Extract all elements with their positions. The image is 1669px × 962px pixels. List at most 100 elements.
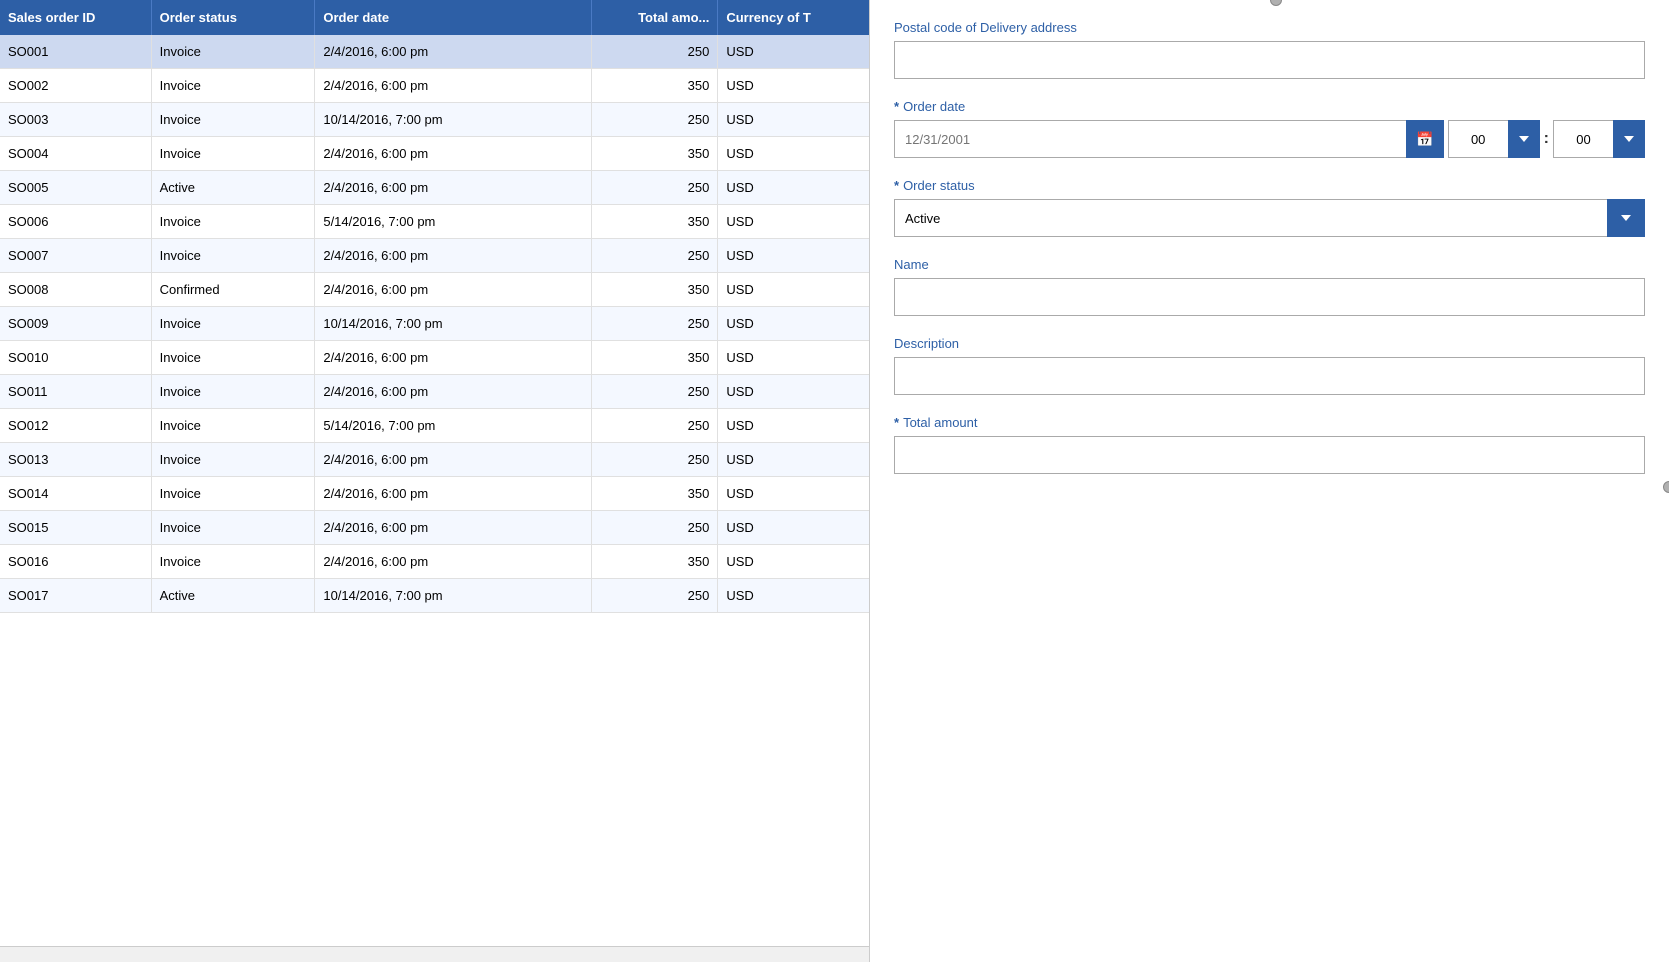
table-row[interactable]: SO016Invoice2/4/2016, 6:00 pm350USD <box>0 545 869 579</box>
table-cell: 2/4/2016, 6:00 pm <box>315 239 592 273</box>
table-row[interactable]: SO010Invoice2/4/2016, 6:00 pm350USD <box>0 341 869 375</box>
table-cell: Invoice <box>151 477 315 511</box>
table-cell: SO013 <box>0 443 151 477</box>
order-date-row: 📅 : <box>894 120 1645 158</box>
calendar-button[interactable]: 📅 <box>1406 120 1444 158</box>
table-cell: USD <box>718 307 869 341</box>
table-cell: 250 <box>592 35 718 69</box>
resize-handle-mid-right[interactable] <box>1663 481 1669 493</box>
table-row[interactable]: SO004Invoice2/4/2016, 6:00 pm350USD <box>0 137 869 171</box>
table-row[interactable]: SO003Invoice10/14/2016, 7:00 pm250USD <box>0 103 869 137</box>
table-cell: USD <box>718 579 869 613</box>
resize-handle-top-center[interactable] <box>1270 0 1282 6</box>
table-row[interactable]: SO012Invoice5/14/2016, 7:00 pm250USD <box>0 409 869 443</box>
table-cell: 10/14/2016, 7:00 pm <box>315 307 592 341</box>
table-cell: USD <box>718 341 869 375</box>
minute-dropdown-button[interactable] <box>1613 120 1645 158</box>
order-status-dropdown-button[interactable] <box>1607 199 1645 237</box>
table-row[interactable]: SO001Invoice2/4/2016, 6:00 pm250USD <box>0 35 869 69</box>
table-cell: SO010 <box>0 341 151 375</box>
table-row[interactable]: SO002Invoice2/4/2016, 6:00 pm350USD <box>0 69 869 103</box>
name-input[interactable] <box>894 278 1645 316</box>
chevron-down-icon <box>1519 136 1529 142</box>
table-cell: SO004 <box>0 137 151 171</box>
table-cell: 5/14/2016, 7:00 pm <box>315 205 592 239</box>
table-cell: USD <box>718 511 869 545</box>
table-row[interactable]: SO014Invoice2/4/2016, 6:00 pm350USD <box>0 477 869 511</box>
table-cell: 2/4/2016, 6:00 pm <box>315 35 592 69</box>
hour-dropdown-button[interactable] <box>1508 120 1540 158</box>
table-cell: Invoice <box>151 69 315 103</box>
table-cell: 250 <box>592 375 718 409</box>
order-status-section: * Order status <box>894 178 1645 237</box>
time-colon: : <box>1540 130 1553 148</box>
table-cell: 250 <box>592 443 718 477</box>
description-input[interactable] <box>894 357 1645 395</box>
postal-code-input[interactable] <box>894 41 1645 79</box>
table-row[interactable]: SO007Invoice2/4/2016, 6:00 pm250USD <box>0 239 869 273</box>
order-status-input[interactable] <box>894 199 1607 237</box>
table-wrapper[interactable]: Sales order ID Order status Order date T… <box>0 0 869 946</box>
order-date-section: * Order date 📅 : <box>894 99 1645 158</box>
table-cell: SO015 <box>0 511 151 545</box>
table-horizontal-scrollbar[interactable] <box>0 946 869 962</box>
table-row[interactable]: SO017Active10/14/2016, 7:00 pm250USD <box>0 579 869 613</box>
col-header-currency[interactable]: Currency of T <box>718 0 869 35</box>
table-cell: 250 <box>592 171 718 205</box>
table-cell: Invoice <box>151 375 315 409</box>
table-cell: USD <box>718 409 869 443</box>
table-row[interactable]: SO008Confirmed2/4/2016, 6:00 pm350USD <box>0 273 869 307</box>
table-row[interactable]: SO006Invoice5/14/2016, 7:00 pm350USD <box>0 205 869 239</box>
table-cell: SO016 <box>0 545 151 579</box>
table-cell: 2/4/2016, 6:00 pm <box>315 69 592 103</box>
table-cell: 350 <box>592 137 718 171</box>
table-row[interactable]: SO015Invoice2/4/2016, 6:00 pm250USD <box>0 511 869 545</box>
time-select-wrapper: : <box>1448 120 1645 158</box>
table-cell: USD <box>718 137 869 171</box>
main-container: Sales order ID Order status Order date T… <box>0 0 1669 962</box>
col-header-status[interactable]: Order status <box>151 0 315 35</box>
table-cell: 350 <box>592 69 718 103</box>
table-cell: 350 <box>592 205 718 239</box>
table-cell: 2/4/2016, 6:00 pm <box>315 137 592 171</box>
table-row[interactable]: SO011Invoice2/4/2016, 6:00 pm250USD <box>0 375 869 409</box>
order-date-input[interactable] <box>894 120 1406 158</box>
table-cell: SO008 <box>0 273 151 307</box>
minute-input[interactable] <box>1553 120 1613 158</box>
table-cell: 250 <box>592 103 718 137</box>
table-row[interactable]: SO009Invoice10/14/2016, 7:00 pm250USD <box>0 307 869 341</box>
description-label: Description <box>894 336 1645 351</box>
table-cell: 2/4/2016, 6:00 pm <box>315 545 592 579</box>
table-cell: 350 <box>592 273 718 307</box>
table-cell: 2/4/2016, 6:00 pm <box>315 341 592 375</box>
table-cell: USD <box>718 239 869 273</box>
table-panel: Sales order ID Order status Order date T… <box>0 0 870 962</box>
col-header-id[interactable]: Sales order ID <box>0 0 151 35</box>
table-cell: USD <box>718 545 869 579</box>
table-row[interactable]: SO005Active2/4/2016, 6:00 pm250USD <box>0 171 869 205</box>
chevron-down-icon-3 <box>1621 215 1631 221</box>
table-cell: USD <box>718 443 869 477</box>
table-cell: USD <box>718 171 869 205</box>
col-header-amount[interactable]: Total amo... <box>592 0 718 35</box>
table-cell: 2/4/2016, 6:00 pm <box>315 443 592 477</box>
col-header-date[interactable]: Order date <box>315 0 592 35</box>
total-amount-input[interactable] <box>894 436 1645 474</box>
postal-code-section: Postal code of Delivery address <box>894 20 1645 79</box>
table-row[interactable]: SO013Invoice2/4/2016, 6:00 pm250USD <box>0 443 869 477</box>
table-cell: USD <box>718 35 869 69</box>
table-cell: SO005 <box>0 171 151 205</box>
table-header-row: Sales order ID Order status Order date T… <box>0 0 869 35</box>
table-cell: USD <box>718 375 869 409</box>
table-cell: Active <box>151 171 315 205</box>
table-cell: USD <box>718 477 869 511</box>
table-cell: Invoice <box>151 103 315 137</box>
hour-input[interactable] <box>1448 120 1508 158</box>
table-cell: USD <box>718 205 869 239</box>
description-section: Description <box>894 336 1645 395</box>
table-cell: 2/4/2016, 6:00 pm <box>315 273 592 307</box>
total-amount-label: * Total amount <box>894 415 1645 430</box>
form-panel: Postal code of Delivery address * Order … <box>870 0 1669 962</box>
table-cell: SO002 <box>0 69 151 103</box>
table-cell: Invoice <box>151 239 315 273</box>
